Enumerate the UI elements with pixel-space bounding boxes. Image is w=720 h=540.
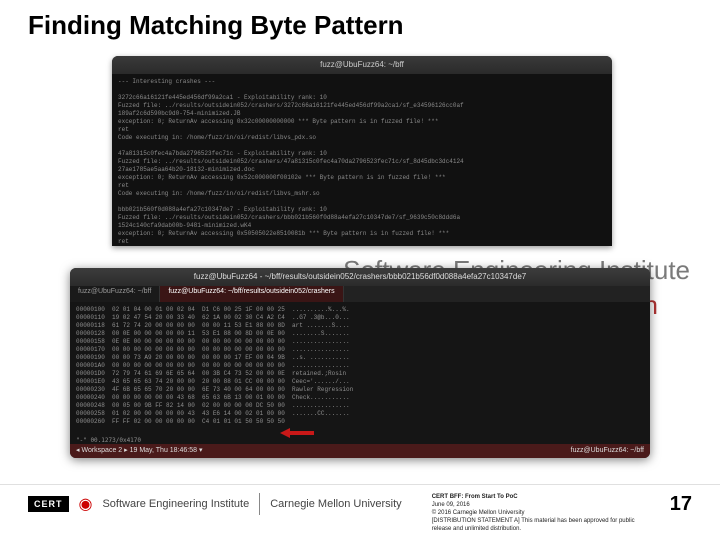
terminal-tab-1[interactable]: fuzz@UbuFuzz64: ~/bff — [70, 286, 160, 302]
sei-swirl-icon: ◉ — [79, 494, 93, 514]
terminal-tab-2[interactable]: fuzz@UbuFuzz64: ~/bff/results/outsidein0… — [160, 286, 343, 302]
workspace-indicator: ◂ Workspace 2 ▸ 19 May, Thu 18:46:58 ▾ — [76, 444, 203, 458]
footer-divider — [259, 493, 260, 515]
footer-distribution: [DISTRIBUTION STATEMENT A] This material… — [432, 517, 650, 533]
footer-copyright: © 2016 Carnegie Mellon University — [432, 509, 650, 517]
desktop-statusbar: ◂ Workspace 2 ▸ 19 May, Thu 18:46:58 ▾ f… — [70, 444, 650, 458]
terminal-top-titlebar: fuzz@UbuFuzz64: ~/bff — [112, 56, 612, 74]
vim-status: "-" 00.1273/0x4170 — [76, 437, 141, 444]
sei-text: Software Engineering Institute — [102, 498, 249, 510]
terminal-tabbar: fuzz@UbuFuzz64: ~/bff fuzz@UbuFuzz64: ~/… — [70, 286, 650, 302]
terminal-top-output: --- Interesting crashes --- 3272c66a1612… — [112, 74, 612, 246]
slide-title: Finding Matching Byte Pattern — [28, 10, 404, 41]
footer-meta: CERT BFF: From Start To PoC June 09, 201… — [402, 493, 650, 533]
page-number: 17 — [650, 493, 692, 516]
cert-logo: CERT — [28, 496, 69, 512]
slide-footer: CERT ◉ Software Engineering Institute Ca… — [0, 484, 720, 540]
terminal-bottom-titlebar: fuzz@UbuFuzz64 - ~/bff/results/outsidein… — [70, 268, 650, 286]
terminal-bottom: fuzz@UbuFuzz64 - ~/bff/results/outsidein… — [70, 268, 650, 458]
status-right: fuzz@UbuFuzz64: ~/bff — [571, 444, 644, 458]
footer-date: June 09, 2016 — [432, 501, 650, 509]
footer-title: CERT BFF: From Start To PoC — [432, 493, 650, 501]
terminal-top: fuzz@UbuFuzz64: ~/bff --- Interesting cr… — [112, 56, 612, 246]
highlight-arrow-icon — [280, 428, 314, 438]
footer-logos: CERT ◉ Software Engineering Institute Ca… — [28, 493, 402, 515]
cmu-text: Carnegie Mellon University — [270, 498, 401, 510]
hex-dump: 00000100 02 01 04 00 01 00 02 04 D1 C6 0… — [70, 302, 650, 430]
